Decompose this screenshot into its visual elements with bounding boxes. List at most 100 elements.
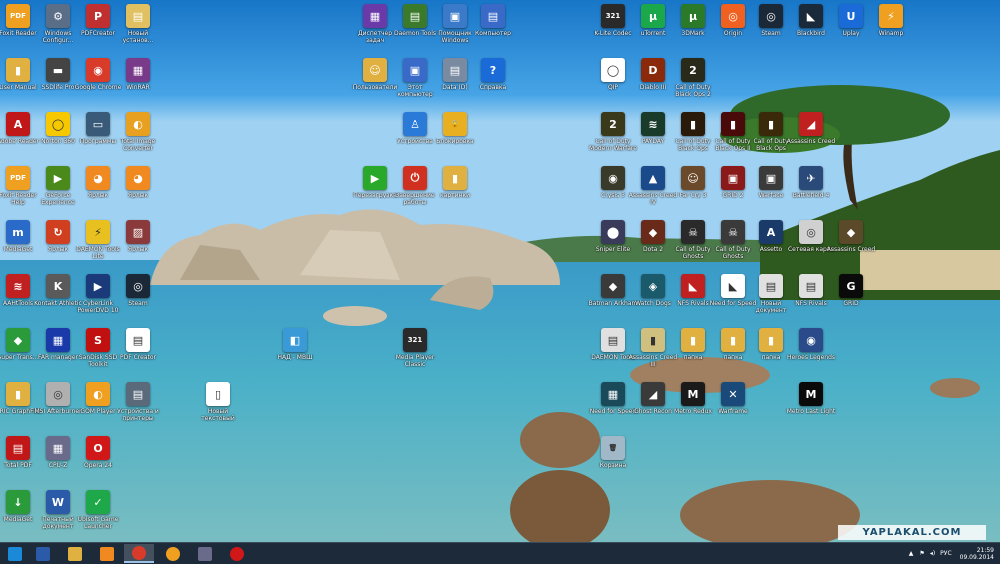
desktop-shortcut-label: Battlefield 4 [792,192,830,199]
desktop-shortcut[interactable]: ◐ Total Image Converter [112,112,164,166]
desktop-shortcut-label: Metro Last Light [786,408,836,415]
origin-icon: ◎ [721,4,745,28]
taskbar-button[interactable] [60,544,90,563]
desktop-shortcut[interactable]: ▮ картинки [429,166,481,220]
desktop-shortcut[interactable]: ◕ Ярлык [112,166,164,220]
game-icon: ☠ [721,220,745,244]
document-icon: ▤ [126,4,150,28]
disk-icon: ▤ [443,58,467,82]
game-icon: ▣ [721,166,745,190]
shortcut-icon: ◕ [126,166,150,190]
clock[interactable]: 21:59 09.09.2014 [960,547,994,561]
desktop-shortcut[interactable]: 321 Media Player Classic [389,328,441,382]
game-icon: ◆ [839,220,863,244]
language-indicator[interactable]: РУС [940,550,951,557]
shortcut-icon: ↻ [46,220,70,244]
desktop-shortcut[interactable]: ◢ Assassins Creed [785,112,837,166]
far-icon: ▦ [46,328,70,352]
users-icon: ☺ [363,58,387,82]
desktop-shortcut-label: GRID [843,300,859,307]
desktop-shortcut[interactable]: ⚡ Winamp [865,4,917,58]
taskbar-button[interactable] [28,544,58,563]
desktop-shortcut-label: Opera 24 [84,462,112,469]
taskbar-button[interactable] [190,544,220,563]
game-icon: ▣ [759,166,783,190]
norton-icon: ◯ [46,112,70,136]
desktop-shortcut[interactable]: ▤ PDF Creator [112,328,164,382]
desktop-shortcut[interactable]: 🗑 Корзина [587,436,639,490]
taskbar-button[interactable] [0,544,30,563]
help-icon: ? [481,58,505,82]
desktop-shortcut[interactable]: ▨ Ярлык [112,220,164,274]
desktop-shortcut[interactable]: ✕ Warframe [707,382,759,436]
desktop-shortcut[interactable]: ▤ Устройства и принтеры [112,382,164,436]
desktop-shortcut[interactable]: ◧ НАД - МВШ [269,328,321,382]
desktop-shortcut-label: Ярлык [127,192,149,199]
pdf-help-icon: PDF [6,166,30,190]
powerdvd-icon: ▶ [86,274,110,298]
taskbar: ▲ ⚑ ◂) РУС 21:59 09.09.2014 [0,542,1000,564]
converter-icon: ◐ [126,112,150,136]
desktop-shortcut[interactable]: O Opera 24 [72,436,124,490]
desktop-shortcut[interactable]: 🔒 Блокировка [429,112,481,166]
flag-icon[interactable]: ⚑ [919,550,924,557]
diablo-icon: D [641,58,665,82]
launcher-icon: ✓ [86,490,110,514]
desktop-shortcut[interactable]: ✈ Battlefield 4 [785,166,837,220]
winamp-icon: ⚡ [879,4,903,28]
folder-icon: ▮ [681,328,705,352]
cod-icon: 2 [681,58,705,82]
chrome-icon: ◉ [86,58,110,82]
taskbar-button[interactable] [222,544,252,563]
desktop-shortcut[interactable]: ◉ Heroes Legends [785,328,837,382]
taskbar-button[interactable] [124,544,154,563]
power-icon: ⏻ [403,166,427,190]
grid-icon: G [839,274,863,298]
game-icon: ◢ [641,382,665,406]
game-icon: ◢ [799,112,823,136]
clock-date: 09.09.2014 [959,553,994,561]
taskbar-button[interactable] [92,544,122,563]
desktop-shortcut-label: Heroes Legends [786,354,836,361]
desktop-shortcut-label: Новый текстовый [201,408,235,422]
settings-icon: ⚙ [46,4,70,28]
desktop-shortcut[interactable]: M Metro Last Light [785,382,837,436]
desktop-shortcut-label: НАД - МВШ [277,354,313,361]
devices-icon: ♙ [403,112,427,136]
chrome-icon [132,545,146,560]
desktop-shortcut-label: Steam [128,300,148,307]
game-icon: ◆ [641,220,665,244]
desktop-shortcut[interactable]: G GRID [825,274,877,328]
desktop-shortcut-label: Total Image Converter [120,138,156,152]
desktop-shortcut-label: WinRAR [126,84,150,91]
tray-expand-icon[interactable]: ▲ [909,550,914,557]
game-icon: ☠ [681,220,705,244]
desktop-shortcut[interactable]: ✓ Ubisoft Game Launcher [72,490,124,544]
desktop-shortcut[interactable]: 2 Call of Duty Black Ops 2 [667,58,719,112]
desktop-shortcut[interactable]: ▯ Новый текстовый [192,382,244,436]
desktop-shortcut[interactable]: ◆ Assassins Creed [825,220,877,274]
desktop-shortcut-label: Устройства и принтеры [117,408,159,422]
document-icon: ▤ [759,274,783,298]
game-icon: ☺ [681,166,705,190]
desktop-shortcut[interactable]: ▤ Компьютер [467,4,519,58]
utorrent-icon: µ [681,4,705,28]
shortcut-icon: ◕ [86,166,110,190]
desktop-shortcut[interactable]: ▦ WinRAR [112,58,164,112]
browser-icon [166,546,180,561]
daemon-icon: ⚡ [86,220,110,244]
word-icon [36,546,50,561]
pdfcreator-icon: P [86,4,110,28]
foxit-icon: PDF [6,4,30,28]
taskbar-button[interactable] [158,544,188,563]
uplay-icon: U [839,4,863,28]
desktop-shortcut[interactable]: ▤ Новый установ... [112,4,164,58]
desktop-shortcut[interactable]: ◎ Steam [112,274,164,328]
folder-icon: ▮ [6,382,30,406]
desktop-shortcut-label: Winamp [878,30,904,37]
gom-icon: ◐ [86,382,110,406]
volume-icon[interactable]: ◂) [930,550,935,557]
opera-icon: O [86,436,110,460]
desktop-shortcut[interactable]: ? Справка [467,58,519,112]
cpuz-icon: ▦ [46,436,70,460]
